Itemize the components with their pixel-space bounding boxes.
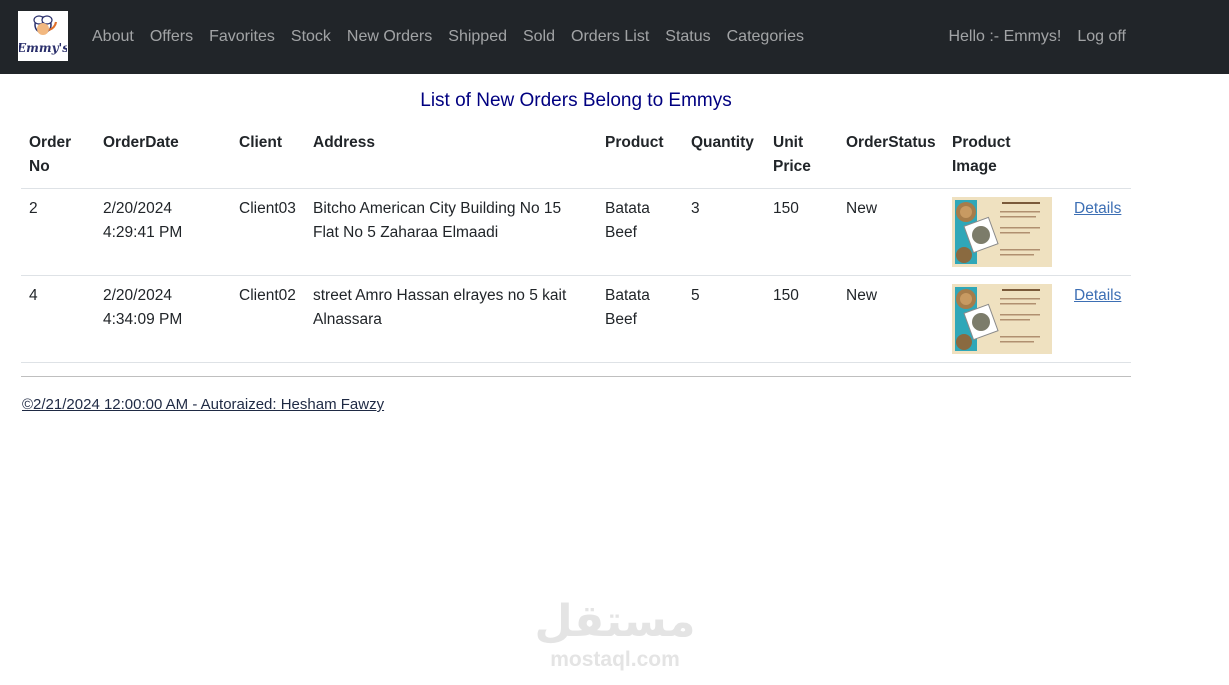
- nav-user-area: Hello :- Emmys! Log off: [940, 0, 1134, 74]
- cell-actions: Details: [1066, 188, 1131, 276]
- col-actions: [1066, 126, 1131, 189]
- nav-new-orders[interactable]: New Orders: [339, 28, 440, 46]
- cell-address: Bitcho American City Building No 15 Flat…: [305, 188, 597, 276]
- nav-shipped[interactable]: Shipped: [440, 28, 515, 46]
- col-client: Client: [231, 126, 305, 189]
- cell-product: Batata Beef: [597, 275, 683, 363]
- logoff-link[interactable]: Log off: [1069, 28, 1134, 46]
- nav-stock[interactable]: Stock: [283, 28, 339, 46]
- nav-orders-list[interactable]: Orders List: [563, 28, 657, 46]
- chef-logo-icon: Emmy's: [19, 15, 67, 55]
- col-unit-price: Unit Price: [765, 126, 838, 189]
- product-image: [952, 284, 1052, 354]
- details-link[interactable]: Details: [1074, 200, 1121, 217]
- watermark: مستقل mostaql.com: [520, 596, 710, 672]
- col-address: Address: [305, 126, 597, 189]
- cell-order-no: 2: [21, 188, 95, 276]
- details-link[interactable]: Details: [1074, 287, 1121, 304]
- nav-sold[interactable]: Sold: [515, 28, 563, 46]
- cell-order-date: 2/20/2024 4:29:41 PM: [95, 188, 231, 276]
- col-order-no: Order No: [21, 126, 95, 189]
- col-quantity: Quantity: [683, 126, 765, 189]
- table-row: 2 2/20/2024 4:29:41 PM Client03 Bitcho A…: [21, 188, 1131, 276]
- cell-unit-price: 150: [765, 275, 838, 363]
- cell-quantity: 5: [683, 275, 765, 363]
- cell-actions: Details: [1066, 275, 1131, 363]
- footer-divider: [21, 376, 1131, 377]
- col-product: Product: [597, 126, 683, 189]
- nav-categories[interactable]: Categories: [719, 28, 812, 46]
- cell-client: Client03: [231, 188, 305, 276]
- svg-text:Emmy's: Emmy's: [19, 41, 67, 55]
- cell-order-no: 4: [21, 275, 95, 363]
- col-order-date: OrderDate: [95, 126, 231, 189]
- watermark-arabic: مستقل: [534, 596, 696, 647]
- table-row: 4 2/20/2024 4:34:09 PM Client02 street A…: [21, 275, 1131, 363]
- cell-unit-price: 150: [765, 188, 838, 276]
- table-header-row: Order No OrderDate Client Address Produc…: [21, 126, 1131, 189]
- footer-link[interactable]: ©2/21/2024 12:00:00 AM - Autoraized: Hes…: [22, 396, 384, 413]
- cell-product-image: [944, 275, 1066, 363]
- user-greeting-link[interactable]: Hello :- Emmys!: [940, 28, 1069, 46]
- page-title: List of New Orders Belong to Emmys: [420, 90, 732, 111]
- cell-order-date: 2/20/2024 4:34:09 PM: [95, 275, 231, 363]
- product-image: [952, 197, 1052, 267]
- cell-address: street Amro Hassan elrayes no 5 kait Aln…: [305, 275, 597, 363]
- watermark-latin: mostaql.com: [550, 648, 680, 671]
- nav-favorites[interactable]: Favorites: [201, 28, 283, 46]
- cell-product: Batata Beef: [597, 188, 683, 276]
- cell-product-image: [944, 188, 1066, 276]
- nav-about[interactable]: About: [84, 28, 142, 46]
- cell-status: New: [838, 275, 944, 363]
- brand-logo[interactable]: Emmy's: [18, 11, 68, 61]
- cell-quantity: 3: [683, 188, 765, 276]
- col-product-image: Product Image: [944, 126, 1066, 189]
- cell-client: Client02: [231, 275, 305, 363]
- nav-status[interactable]: Status: [657, 28, 718, 46]
- orders-table: Order No OrderDate Client Address Produc…: [21, 126, 1131, 363]
- nav-links: About Offers Favorites Stock New Orders …: [84, 0, 812, 74]
- cell-status: New: [838, 188, 944, 276]
- col-order-status: OrderStatus: [838, 126, 944, 189]
- top-navbar: Emmy's About Offers Favorites Stock New …: [0, 0, 1229, 74]
- nav-offers[interactable]: Offers: [142, 28, 201, 46]
